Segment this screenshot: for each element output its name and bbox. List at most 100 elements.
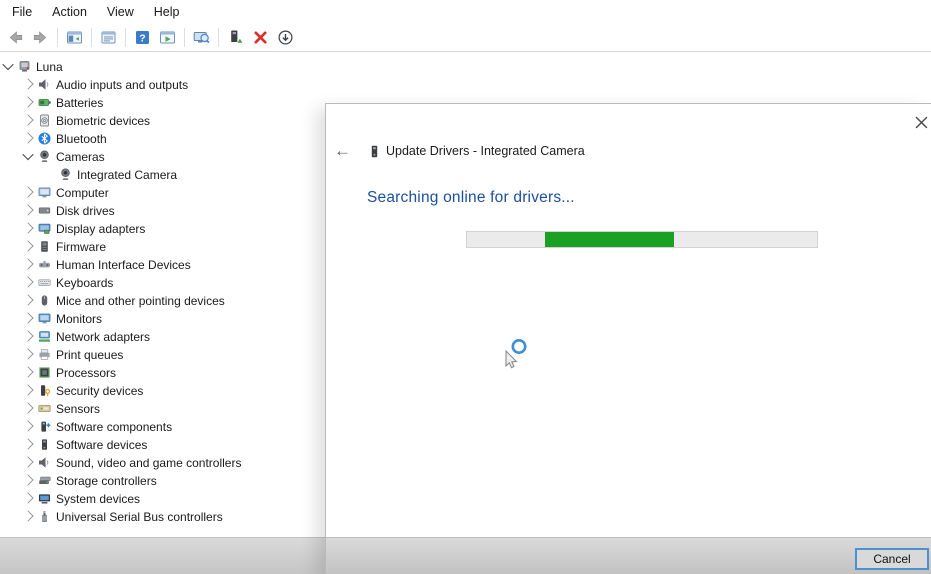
security-device-icon bbox=[38, 384, 51, 397]
tree-item-system-devices[interactable]: System devices bbox=[0, 489, 325, 507]
chevron-glyph bbox=[22, 78, 33, 89]
properties-icon bbox=[100, 29, 117, 46]
menu-action[interactable]: Action bbox=[42, 2, 97, 22]
toolbar-help-button[interactable]: ? bbox=[130, 26, 155, 50]
chevron-down-icon[interactable] bbox=[24, 152, 37, 160]
chevron-glyph bbox=[22, 204, 33, 215]
chevron-glyph bbox=[22, 366, 33, 377]
close-x-icon bbox=[915, 116, 928, 129]
chevron-right-icon[interactable] bbox=[24, 98, 37, 106]
chevron-down-icon[interactable] bbox=[4, 62, 17, 70]
back-arrow-icon bbox=[7, 29, 24, 46]
chevron-right-icon[interactable] bbox=[24, 188, 37, 196]
chevron-right-icon[interactable] bbox=[24, 332, 37, 340]
chevron-right-icon[interactable] bbox=[24, 260, 37, 268]
chevron-glyph bbox=[22, 474, 33, 485]
tree-item-mice-and-other-pointing-devices[interactable]: Mice and other pointing devices bbox=[0, 291, 325, 309]
chevron-right-icon[interactable] bbox=[24, 512, 37, 520]
tree-item-disk-drives[interactable]: Disk drives bbox=[0, 201, 325, 219]
tree-item-display-adapters[interactable]: Display adapters bbox=[0, 219, 325, 237]
chevron-right-icon[interactable] bbox=[24, 206, 37, 214]
chevron-right-icon[interactable] bbox=[24, 368, 37, 376]
action-window-icon bbox=[159, 29, 176, 46]
tree-item-batteries[interactable]: Batteries bbox=[0, 93, 325, 111]
software-component-icon bbox=[38, 420, 51, 433]
tree-item-luna[interactable]: Luna bbox=[0, 57, 325, 75]
tree-item-software-devices[interactable]: Software devices bbox=[0, 435, 325, 453]
tree-item-bluetooth[interactable]: Bluetooth bbox=[0, 129, 325, 147]
device-tree: Luna Audio inputs and outputsBatteriesBio… bbox=[0, 57, 325, 525]
toolbar-update-driver-button[interactable] bbox=[223, 26, 248, 50]
tree-item-security-devices[interactable]: Security devices bbox=[0, 381, 325, 399]
toolbar-show-hide-console-tree-button[interactable] bbox=[62, 26, 87, 50]
tree-item-label: Storage controllers bbox=[56, 473, 157, 488]
chevron-right-icon[interactable] bbox=[24, 476, 37, 484]
camera-icon bbox=[38, 150, 51, 163]
menu-view[interactable]: View bbox=[97, 2, 144, 22]
progress-bar-track bbox=[466, 231, 818, 248]
toolbar-forward-button[interactable] bbox=[28, 26, 53, 50]
chevron-glyph bbox=[22, 510, 33, 521]
chevron-right-icon[interactable] bbox=[24, 314, 37, 322]
tree-item-label: Monitors bbox=[56, 311, 102, 326]
chevron-right-icon[interactable] bbox=[24, 404, 37, 412]
chevron-right-icon[interactable] bbox=[24, 386, 37, 394]
tree-item-sound-video-and-game-controllers[interactable]: Sound, video and game controllers bbox=[0, 453, 325, 471]
toolbar-separator bbox=[57, 28, 58, 47]
tree-item-storage-controllers[interactable]: Storage controllers bbox=[0, 471, 325, 489]
cancel-button[interactable]: Cancel bbox=[855, 548, 929, 570]
tree-item-network-adapters[interactable]: Network adapters bbox=[0, 327, 325, 345]
dialog-header: ← Update Drivers - Integrated Camera bbox=[326, 140, 585, 162]
tree-item-monitors[interactable]: Monitors bbox=[0, 309, 325, 327]
dialog-close-button[interactable] bbox=[910, 111, 931, 133]
tree-item-label: Bluetooth bbox=[56, 131, 107, 146]
chevron-right-icon[interactable] bbox=[24, 296, 37, 304]
chevron-right-icon[interactable] bbox=[24, 494, 37, 502]
toolbar-separator bbox=[125, 28, 126, 47]
tree-item-audio-inputs-and-outputs[interactable]: Audio inputs and outputs bbox=[0, 75, 325, 93]
menu-file[interactable]: File bbox=[2, 2, 42, 22]
tree-item-label: Human Interface Devices bbox=[56, 257, 191, 272]
camera-icon bbox=[59, 168, 72, 181]
menu-help[interactable]: Help bbox=[144, 2, 190, 22]
toolbar-properties-button[interactable] bbox=[96, 26, 121, 50]
keyboard-icon bbox=[38, 276, 51, 289]
busy-pointer-cursor bbox=[498, 337, 530, 373]
chevron-right-icon[interactable] bbox=[24, 458, 37, 466]
chevron-right-icon[interactable] bbox=[24, 224, 37, 232]
tree-item-universal-serial-bus-controllers[interactable]: Universal Serial Bus controllers bbox=[0, 507, 325, 525]
tree-item-label: Audio inputs and outputs bbox=[56, 77, 188, 92]
tree-item-cameras[interactable]: Cameras bbox=[0, 147, 325, 165]
toolbar-back-button[interactable] bbox=[3, 26, 28, 50]
toolbar-disable-device-button[interactable] bbox=[273, 26, 298, 50]
tree-item-computer[interactable]: Computer bbox=[0, 183, 325, 201]
chevron-right-icon[interactable] bbox=[24, 116, 37, 124]
tree-item-sensors[interactable]: Sensors bbox=[0, 399, 325, 417]
tree-item-label: Cameras bbox=[56, 149, 105, 164]
chevron-glyph bbox=[22, 384, 33, 395]
dialog-back-button[interactable]: ← bbox=[334, 141, 360, 161]
chevron-glyph bbox=[22, 420, 33, 431]
tree-item-keyboards[interactable]: Keyboards bbox=[0, 273, 325, 291]
chevron-glyph bbox=[22, 114, 33, 125]
chevron-right-icon[interactable] bbox=[24, 242, 37, 250]
chevron-right-icon[interactable] bbox=[24, 422, 37, 430]
computer-monitor-icon bbox=[38, 186, 51, 199]
tree-item-label: Software devices bbox=[56, 437, 147, 452]
toolbar-uninstall-device-button[interactable] bbox=[248, 26, 273, 50]
software-device-icon bbox=[38, 438, 51, 451]
chevron-right-icon[interactable] bbox=[24, 80, 37, 88]
tree-item-processors[interactable]: Processors bbox=[0, 363, 325, 381]
tree-item-print-queues[interactable]: Print queues bbox=[0, 345, 325, 363]
tree-item-software-components[interactable]: Software components bbox=[0, 417, 325, 435]
chevron-right-icon[interactable] bbox=[24, 440, 37, 448]
tree-item-human-interface-devices[interactable]: Human Interface Devices bbox=[0, 255, 325, 273]
chevron-right-icon[interactable] bbox=[24, 350, 37, 358]
tree-item-biometric-devices[interactable]: Biometric devices bbox=[0, 111, 325, 129]
toolbar-action-pane-button[interactable] bbox=[155, 26, 180, 50]
tree-item-integrated-camera[interactable]: Integrated Camera bbox=[0, 165, 325, 183]
chevron-right-icon[interactable] bbox=[24, 134, 37, 142]
tree-item-firmware[interactable]: Firmware bbox=[0, 237, 325, 255]
toolbar-scan-for-hardware-changes-button[interactable] bbox=[189, 26, 214, 50]
chevron-right-icon[interactable] bbox=[24, 278, 37, 286]
